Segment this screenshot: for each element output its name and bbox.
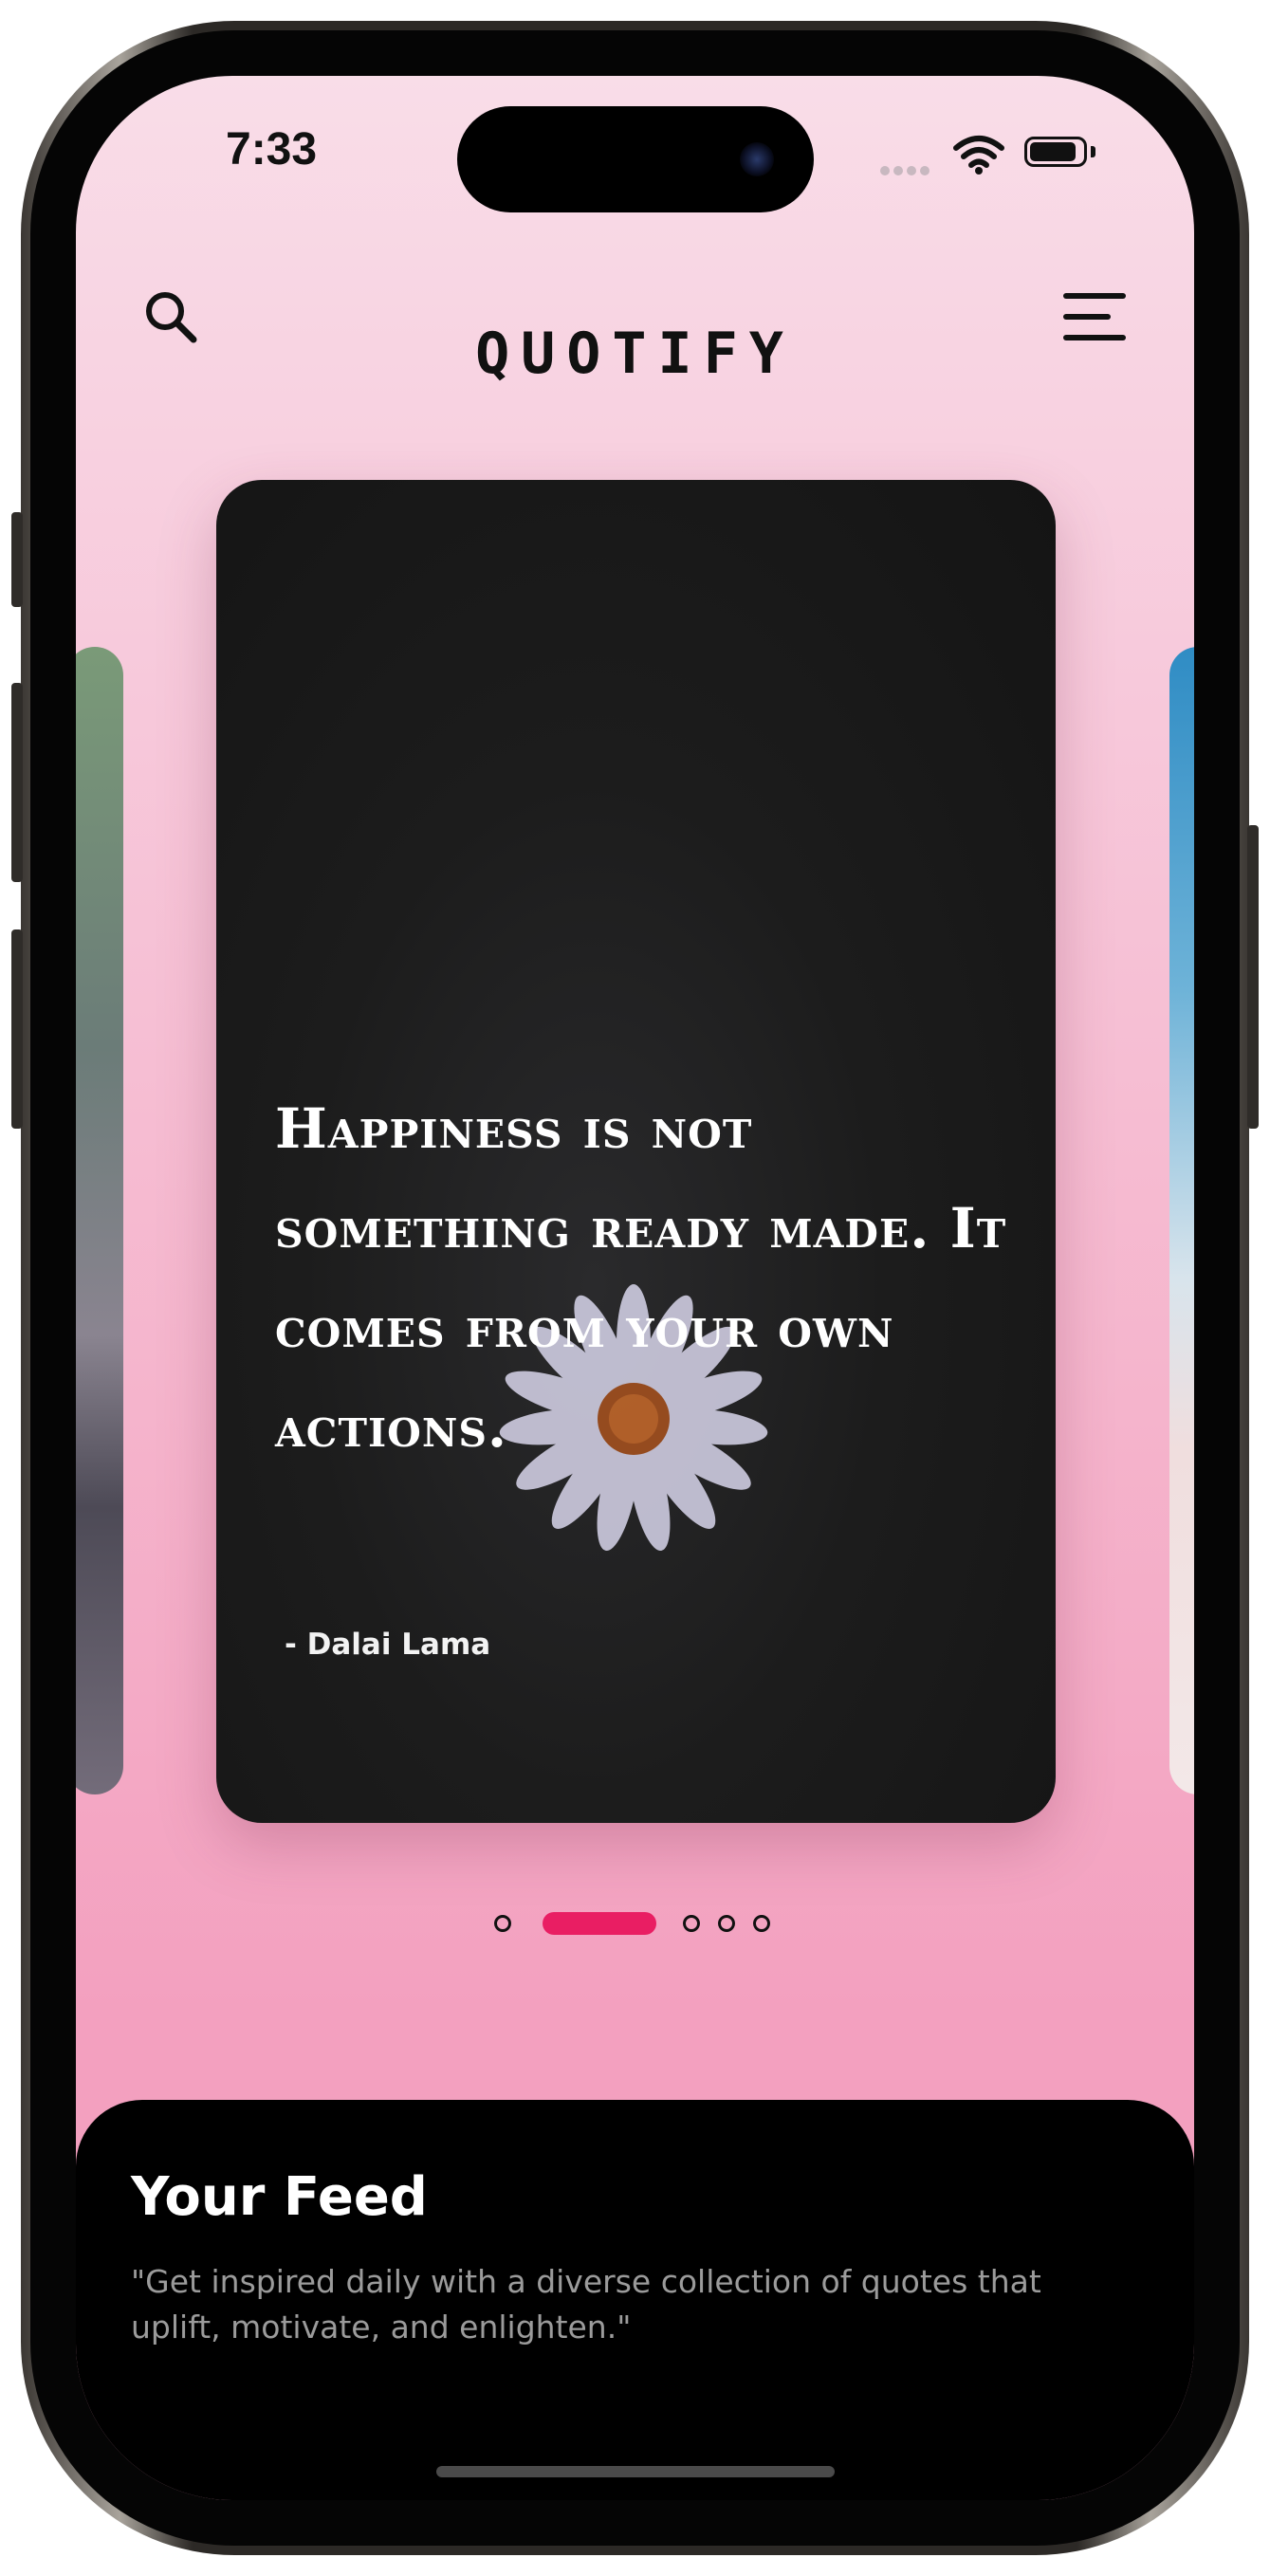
status-bar: 7:33 xyxy=(76,76,1194,212)
camera-icon xyxy=(740,142,774,176)
status-time: 7:33 xyxy=(226,124,318,175)
app-screen: 7:33 QUOTIFY Happiness is not something … xyxy=(76,76,1194,2500)
cellular-signal-icon xyxy=(880,161,933,179)
quote-card-next[interactable] xyxy=(1169,647,1194,1794)
wifi-icon xyxy=(953,136,1004,175)
volume-up-button xyxy=(11,683,23,882)
carousel-pagination xyxy=(76,1906,1194,1944)
page-dot[interactable] xyxy=(494,1915,511,1932)
feed-title: Your Feed xyxy=(131,2166,428,2228)
feed-panel: Your Feed "Get inspired daily with a div… xyxy=(76,2100,1194,2500)
action-button xyxy=(11,512,23,607)
home-indicator[interactable] xyxy=(436,2466,835,2477)
page-dot-active[interactable] xyxy=(543,1912,656,1935)
battery-tip xyxy=(1091,146,1095,157)
volume-down-button xyxy=(11,929,23,1129)
quote-card-active[interactable]: Happiness is not something ready made. I… xyxy=(216,480,1056,1823)
power-button xyxy=(1247,825,1259,1129)
battery-icon xyxy=(1024,137,1087,167)
app-logo: QUOTIFY xyxy=(475,321,795,387)
dynamic-island xyxy=(457,106,814,212)
page-dot[interactable] xyxy=(718,1915,735,1932)
menu-icon[interactable] xyxy=(1060,286,1129,347)
quote-text: Happiness is not something ready made. I… xyxy=(275,1096,1007,1460)
quote-card-previous[interactable] xyxy=(76,647,123,1794)
feed-description: "Get inspired daily with a diverse colle… xyxy=(131,2263,1041,2346)
quote-author: - Dalai Lama xyxy=(285,1628,491,1662)
page-dot[interactable] xyxy=(753,1915,770,1932)
page-dot[interactable] xyxy=(683,1915,700,1932)
